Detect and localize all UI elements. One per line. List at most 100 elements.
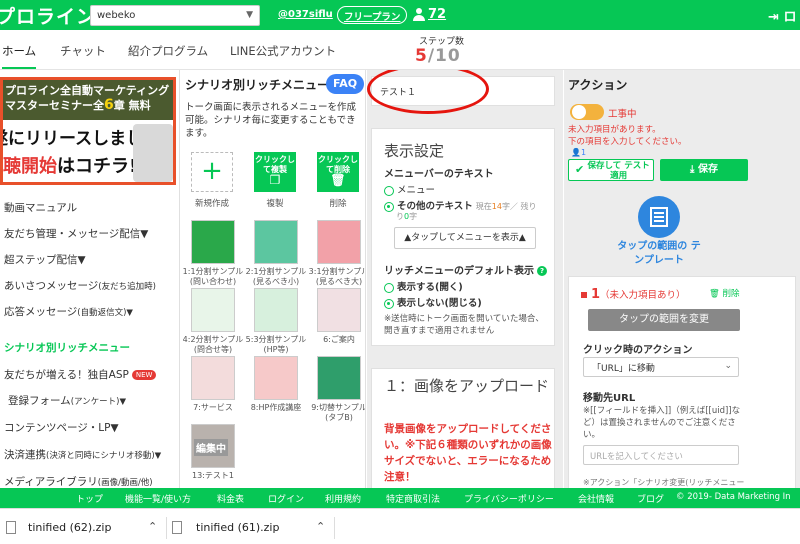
step-count: 5/10 (415, 46, 461, 66)
sidebar-item-richmenu[interactable]: シナリオ別リッチメニュー (4, 340, 130, 355)
url-input[interactable]: URLを記入してください (583, 445, 739, 465)
destination-note: ※[[フィールドを挿入]]（例えば[[uid]]など）は置換されませんのでご注意… (583, 406, 741, 440)
step-total: /10 (427, 46, 461, 66)
footer-link-privacy[interactable]: プライバシーポリシー (464, 492, 554, 505)
richmenu-thumb[interactable] (317, 220, 361, 264)
new-richmenu-button[interactable]: + (191, 152, 233, 192)
richmenu-thumb-label: 13:テスト1 (192, 471, 234, 480)
delete-action-button[interactable]: 🗑 削除 (709, 287, 740, 299)
richmenu-thumb-label: 3:1分割サンプル(見るべき大) (308, 267, 366, 286)
person-icon (413, 8, 425, 21)
destination-url-label: 移動先URL (583, 393, 636, 404)
radio-other-text[interactable]: その他のテキスト 現在14字／ 残り (384, 198, 536, 212)
richmenu-thumb[interactable] (317, 356, 361, 400)
logout-icon: ⇥ (768, 10, 779, 25)
user-id-link[interactable]: @037siflu (278, 9, 333, 20)
download-item[interactable]: tinified (62).zip (28, 521, 111, 534)
nav-bar: ホーム チャット 紹介プログラム LINE公式アカウント ステップ数 5/10 (0, 30, 800, 70)
step-current: 5 (415, 46, 428, 66)
richmenu-thumb[interactable] (254, 220, 298, 264)
app-logo[interactable]: プロライン (0, 2, 96, 29)
richmenu-thumb-label: 2:1分割サンプル(見るべき小) (245, 267, 307, 286)
sidebar-item-form[interactable]: 登録フォーム(アンケート)▼ (8, 393, 126, 408)
richmenu-panel: シナリオ別リッチメニュー FAQ トーク画面に表示されるメニューを作成可能。シナ… (181, 70, 366, 488)
action-note-cut: ※アクション「シナリオ変更(リッチメニュー (583, 478, 745, 487)
downloads-bar: tinified (62).zip ⌃ tinified (61).zip ⌃ (0, 508, 800, 544)
duplicate-button[interactable]: クリックして複製 ❐ (254, 152, 296, 192)
sidebar-item-autoreply[interactable]: 応答メッセージ(自動返信文)▼ (4, 304, 133, 319)
check-circle-icon: ✔ (575, 163, 585, 176)
radio-menu[interactable]: メニュー (384, 182, 435, 196)
tab-line-official[interactable]: LINE公式アカウント (230, 43, 336, 59)
delete-button[interactable]: クリックして削除 🗑 (317, 152, 359, 192)
radio-hide[interactable]: 表示しない(閉じる) (384, 295, 482, 309)
save-and-test-button[interactable]: ✔ 保存して テスト適用 (568, 159, 654, 181)
richmenu-thumb-selected[interactable]: 編集中 (191, 424, 235, 468)
left-sidebar: プロライン全自動マーケティング マスターセミナー全6章 無料 遂にリリースしまし… (0, 70, 180, 488)
richmenu-thumb[interactable] (254, 356, 298, 400)
sidebar-item-greeting[interactable]: あいさつメッセージ(友だち追加時) (4, 278, 156, 293)
footer-link-tokushoho[interactable]: 特定商取引法 (386, 492, 440, 505)
footer-link-features[interactable]: 機能一覧/使い方 (125, 492, 191, 505)
copy-icon: ❐ (269, 173, 281, 187)
sidebar-item-asp[interactable]: 友だちが増える！独自ASP NEW (4, 367, 157, 382)
footer-link-company[interactable]: 会社情報 (578, 492, 614, 505)
richmenu-thumb[interactable] (254, 288, 298, 332)
save-button[interactable]: ⤓ 保存 (660, 159, 748, 181)
richmenu-thumb[interactable] (191, 288, 235, 332)
action-number: 1（未入力項目あり） (581, 287, 686, 302)
menubar-text-label: メニューバーのテキスト (384, 169, 494, 180)
faq-button[interactable]: FAQ (326, 74, 364, 94)
footer-link-login[interactable]: ログイン (268, 492, 304, 505)
download-icon: ⤓ (690, 164, 695, 175)
sidebar-item-friends[interactable]: 友だち管理・メッセージ配信▼ (4, 226, 148, 241)
richmenu-thumb[interactable] (317, 288, 361, 332)
upload-card: １：画像をアップロード 背景画像をアップロードしてください。※下記６種類のいずれ… (371, 368, 555, 488)
banner-header: プロライン全自動マーケティング マスターセミナー全6章 無料 (3, 80, 173, 120)
richmenu-thumb-label: 6:ご案内 (323, 335, 355, 344)
chevron-up-icon[interactable]: ⌃ (316, 520, 325, 533)
tab-referral[interactable]: 紹介プログラム (128, 43, 208, 59)
change-range-button[interactable]: タップの範囲を変更 (588, 309, 740, 331)
plan-badge[interactable]: フリープラン (337, 6, 408, 24)
display-settings-card: 表示設定 メニューバーのテキスト メニュー その他のテキスト 現在14字／ 残り… (371, 128, 555, 346)
sidebar-item-step[interactable]: 超ステップ配信▼ (4, 252, 86, 267)
footer-link-blog[interactable]: ブログ (637, 492, 664, 505)
footer-link-pricing[interactable]: 料金表 (217, 492, 244, 505)
footer-link-terms[interactable]: 利用規約 (325, 492, 361, 505)
missing-fields-warning: 未入力項目があります。 下の項目を入力してください。 (568, 125, 687, 147)
tab-home[interactable]: ホーム (2, 43, 37, 69)
footer-link-top[interactable]: トップ (76, 492, 103, 505)
action-card: 1（未入力項目あり） 🗑 削除 タップの範囲を変更 クリック時のアクション 「U… (568, 276, 796, 488)
display-settings-title: 表示設定 (384, 142, 445, 160)
richmenu-thumb-label: 4:2分割サンプル(問合せ等) (182, 335, 244, 354)
click-action-select[interactable]: 「URL」に移動 ⌄ (583, 357, 739, 377)
points-count[interactable]: 72 (428, 7, 446, 22)
richmenu-thumb[interactable] (191, 356, 235, 400)
download-item[interactable]: tinified (61).zip (196, 521, 279, 534)
chevron-down-icon: ⌄ (724, 361, 732, 371)
apply-note: ※送信時にトーク画面を開いていた場合、開き直すまで適用されません (384, 314, 544, 336)
richmenu-thumb-label: 9:切替サンプル(タブB) (311, 403, 366, 422)
logout-button[interactable]: ⇥ ロ (768, 6, 796, 25)
sidebar-item-media[interactable]: メディアライブラリ(画像/動画/他) (4, 474, 153, 488)
help-icon[interactable]: ? (537, 266, 547, 276)
seminar-banner[interactable]: プロライン全自動マーケティング マスターセミナー全6章 無料 遂にリリースしまし… (0, 77, 176, 185)
tab-chat[interactable]: チャット (60, 43, 106, 59)
radio-checked-icon (384, 298, 394, 309)
richmenu-thumb[interactable] (191, 220, 235, 264)
toggle-knob (572, 105, 586, 119)
divider (334, 517, 335, 539)
upload-warning: 背景画像をアップロードしてください。※下記６種類のいずれかの画像サイズでないと、… (384, 423, 552, 483)
chevron-up-icon[interactable]: ⌃ (148, 520, 157, 533)
template-link[interactable]: タップの範囲の テンプレート (614, 240, 704, 268)
sidebar-item-content[interactable]: コンテンツページ・LP▼ (4, 420, 119, 435)
logout-label: ロ (783, 10, 797, 25)
account-select[interactable]: webeko ▼ (90, 5, 260, 26)
template-icon[interactable] (638, 196, 680, 238)
menubar-text-input[interactable]: ▲タップしてメニューを表示▲ (394, 227, 536, 249)
radio-show[interactable]: 表示する(開く) (384, 279, 463, 293)
banner-line-4: 視聴開始はコチラ! (2, 156, 138, 177)
sidebar-item-payment[interactable]: 決済連携(決済と同時にシナリオ移動)▼ (4, 447, 161, 462)
sidebar-item-video-manual[interactable]: 動画マニュアル (4, 200, 77, 215)
